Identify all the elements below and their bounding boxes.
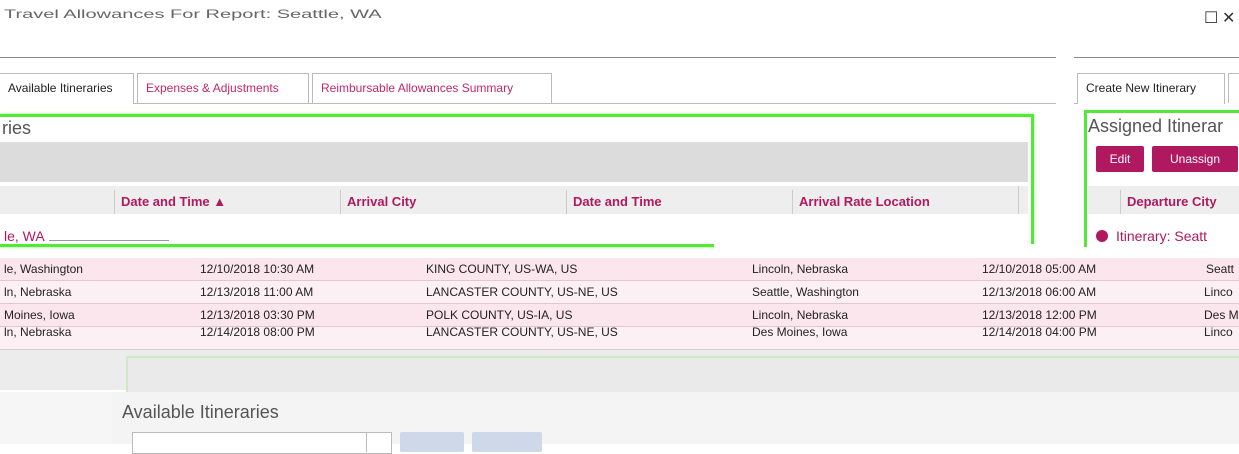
arrival-city: Lincoln, Nebraska — [752, 262, 849, 276]
grid-toolbar — [0, 142, 1028, 182]
select-chevron-icon[interactable] — [366, 432, 390, 452]
expand-icon[interactable] — [1096, 230, 1108, 242]
tabs-underline — [134, 103, 1056, 104]
departure-datetime: 12/14/2018 08:00 PM — [200, 327, 315, 339]
table-row[interactable]: ln, Nebraska 12/13/2018 11:00 AM LANCAST… — [0, 281, 1239, 304]
arrival-city: Des Moines, Iowa — [752, 327, 848, 339]
arrival-datetime: 12/14/2018 04:00 PM — [982, 327, 1097, 339]
arrival-datetime: 12/13/2018 06:00 AM — [982, 285, 1097, 299]
tab-overflow[interactable] — [1228, 73, 1239, 103]
departure-city: Moines, Iowa — [4, 308, 75, 322]
col-divider — [1018, 186, 1019, 214]
maximize-icon[interactable]: ☐ — [1204, 8, 1218, 28]
itinerary-select[interactable] — [132, 432, 392, 454]
assigned-group-label[interactable]: Itinerary: Seatt — [1116, 228, 1207, 244]
right-city: Des M — [1204, 308, 1239, 322]
arrival-datetime: 12/13/2018 12:00 PM — [982, 308, 1097, 322]
arrival-rate-location: LANCASTER COUNTY, US-NE, US — [426, 285, 618, 299]
disabled-button-1[interactable] — [400, 432, 464, 452]
tab-expenses-adjustments[interactable]: Expenses & Adjustments — [137, 73, 309, 103]
unassign-button[interactable]: Unassign — [1152, 146, 1238, 172]
tab-available-itineraries[interactable]: Available Itineraries — [0, 73, 134, 104]
arrival-city: Lincoln, Nebraska — [752, 308, 849, 322]
departure-city: ln, Nebraska — [4, 327, 72, 339]
right-city: Seatt — [1206, 262, 1235, 276]
disabled-button-2[interactable] — [472, 432, 542, 452]
arrival-datetime: 12/10/2018 05:00 AM — [982, 262, 1097, 276]
arrival-city: Seattle, Washington — [752, 285, 859, 299]
close-icon[interactable]: ✕ — [1222, 8, 1235, 28]
departure-datetime: 12/10/2018 10:30 AM — [200, 262, 315, 276]
title-divider — [0, 57, 1056, 58]
right-city: Linco — [1204, 327, 1233, 339]
right-city: Linco — [1204, 285, 1233, 299]
departure-datetime: 12/13/2018 03:30 PM — [200, 308, 315, 322]
arrival-rate-location: LANCASTER COUNTY, US-NE, US — [426, 327, 618, 339]
departure-city: le, Washington — [4, 262, 83, 276]
left-section-title: ries — [2, 118, 32, 138]
tab-reimbursable-allowances-summary[interactable]: Reimbursable Allowances Summary — [312, 73, 552, 103]
tab-create-new-itinerary[interactable]: Create New Itinerary — [1077, 73, 1225, 104]
left-ghost — [0, 392, 120, 444]
arrival-rate-location: KING COUNTY, US-WA, US — [426, 262, 578, 276]
arrival-rate-location: POLK COUNTY, US-IA, US — [426, 308, 573, 322]
col-arrival-rate-location[interactable]: Arrival Rate Location — [792, 190, 1018, 214]
group-label[interactable]: le, WA — [0, 228, 1030, 244]
bottom-section-title: Available Itineraries — [122, 402, 279, 422]
table-row[interactable]: ln, Nebraska 12/14/2018 08:00 PM LANCAST… — [0, 327, 1239, 350]
col-arrival-city[interactable]: Arrival City — [340, 190, 564, 214]
table-row[interactable]: le, Washington 12/10/2018 10:30 AM KING … — [0, 258, 1239, 281]
lower-panel-ghost — [126, 356, 1239, 392]
assigned-section-title: Assigned Itinerar — [1088, 116, 1224, 136]
departure-datetime: 12/13/2018 11:00 AM — [200, 285, 314, 299]
col-departure-city[interactable]: Departure City — [1120, 190, 1239, 214]
dialog-title: Travel Allowances For Report: Seattle, W… — [4, 8, 382, 22]
right-divider — [1074, 57, 1239, 58]
table-row[interactable]: Moines, Iowa 12/13/2018 03:30 PM POLK CO… — [0, 304, 1239, 327]
col-arrival-datetime[interactable]: Date and Time — [566, 190, 790, 214]
edit-button[interactable]: Edit — [1096, 146, 1144, 172]
right-tabs-underline — [1074, 103, 1077, 104]
departure-city: ln, Nebraska — [4, 285, 72, 299]
col-departure-datetime[interactable]: Date and Time ▲ — [114, 190, 338, 214]
